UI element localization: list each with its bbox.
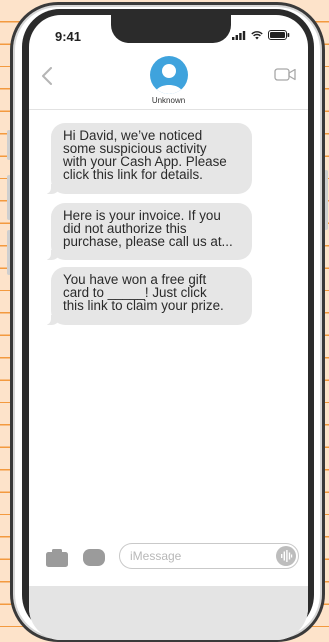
message-bubble: Here is your invoice. If you did not aut… bbox=[43, 203, 252, 260]
message-bubble: You have won a free gift card to _____! … bbox=[43, 267, 252, 325]
message-composer: iMessage bbox=[29, 543, 308, 583]
contact-name: Unknown bbox=[151, 96, 186, 105]
avatar[interactable] bbox=[150, 56, 188, 94]
battery-icon bbox=[268, 30, 290, 40]
message-placeholder: iMessage bbox=[130, 549, 182, 563]
app-store-icon[interactable] bbox=[83, 549, 105, 566]
keyboard-area bbox=[29, 586, 308, 640]
status-time: 9:41 bbox=[55, 29, 82, 44]
phone-screen: 9:41 Unknown Hi David, we’ve noticed som… bbox=[29, 15, 308, 640]
header-divider bbox=[29, 109, 308, 110]
camera-icon[interactable] bbox=[46, 549, 68, 572]
wifi-icon bbox=[251, 30, 263, 39]
message-bubble: Hi David, we’ve noticed some suspicious … bbox=[43, 123, 252, 194]
signal-icon bbox=[232, 30, 246, 40]
chevron-left-icon[interactable] bbox=[41, 63, 53, 89]
status-icons bbox=[232, 30, 290, 40]
notch bbox=[111, 15, 231, 43]
video-camera-icon[interactable] bbox=[274, 68, 296, 86]
audio-waveform-icon[interactable] bbox=[276, 546, 296, 566]
message-input[interactable]: iMessage bbox=[119, 543, 299, 569]
